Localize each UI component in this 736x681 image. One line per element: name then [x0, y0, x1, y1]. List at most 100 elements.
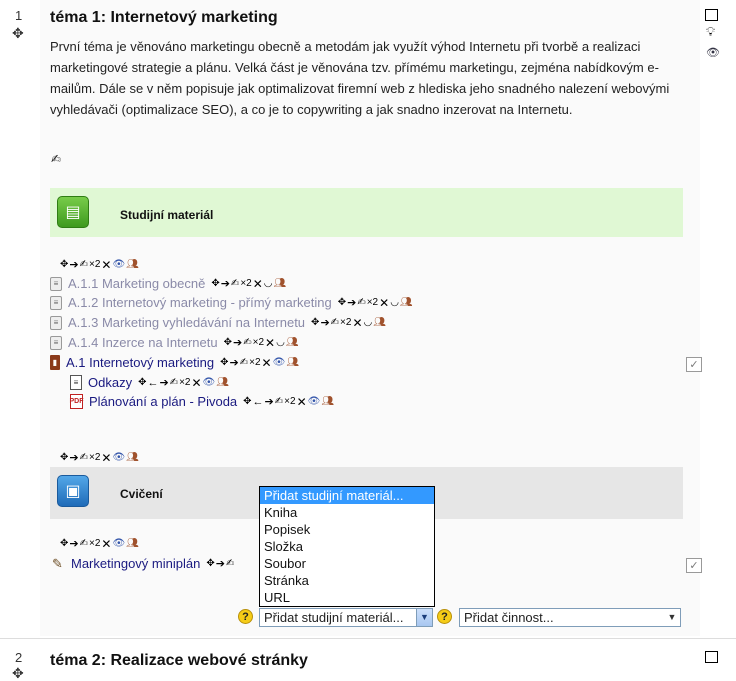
- duplicate-icon[interactable]: ×2: [249, 357, 260, 369]
- activity-link[interactable]: A.1 Internetový marketing: [66, 355, 214, 370]
- indent-icon[interactable]: ➔: [265, 396, 274, 408]
- delete-icon[interactable]: ✕: [101, 538, 111, 550]
- move-icon[interactable]: ✥: [338, 297, 346, 309]
- edit-icon[interactable]: ✍: [240, 357, 248, 369]
- groups-icon[interactable]: 👥︎: [286, 357, 299, 369]
- activity-link[interactable]: Marketingový miniplán: [71, 556, 200, 571]
- chevron-down-icon[interactable]: ▼: [416, 609, 432, 626]
- add-resource-dropdown[interactable]: Přidat studijní materiál... Kniha Popise…: [259, 486, 435, 607]
- dropdown-option[interactable]: Stránka: [260, 572, 434, 589]
- highlight-section-icon[interactable]: [705, 9, 718, 21]
- eye-icon[interactable]: 👁︎: [203, 377, 216, 389]
- help-icon[interactable]: ?: [238, 609, 253, 624]
- activity-link[interactable]: Odkazy: [88, 375, 132, 390]
- groups-icon[interactable]: 👥︎: [216, 377, 229, 389]
- duplicate-icon[interactable]: ×2: [284, 396, 295, 408]
- activity-link[interactable]: A.1.1 Marketing obecně: [68, 276, 205, 291]
- delete-icon[interactable]: ✕: [262, 357, 272, 369]
- activity-edit-icons[interactable]: ✥ ➔ ✍ ×2 ✕ ◡ 👥︎: [338, 297, 413, 309]
- groups-icon[interactable]: 👥︎: [126, 538, 139, 550]
- activity-edit-icons[interactable]: ✥ ← ➔ ✍ ×2 ✕ 👁︎ 👥︎: [138, 377, 229, 389]
- edit-summary-icon[interactable]: ✍: [51, 152, 61, 166]
- delete-icon[interactable]: ✕: [101, 259, 111, 271]
- chevron-down-icon[interactable]: ▼: [664, 609, 680, 626]
- dropdown-option[interactable]: Soubor: [260, 555, 434, 572]
- delete-icon[interactable]: ✕: [101, 452, 111, 464]
- move-icon[interactable]: ✥: [311, 317, 319, 329]
- duplicate-icon[interactable]: ×2: [253, 337, 264, 349]
- move-icon[interactable]: ✥: [60, 538, 68, 550]
- indent-icon[interactable]: ➔: [320, 317, 329, 329]
- activity-link[interactable]: A.1.2 Internetový marketing - přímý mark…: [68, 295, 332, 310]
- hidden-eye-icon[interactable]: ◡: [364, 317, 373, 329]
- eye-icon[interactable]: 👁︎: [308, 396, 321, 408]
- add-resource-select[interactable]: Přidat studijní materiál... ▼: [259, 608, 433, 627]
- move-icon[interactable]: ✥: [211, 278, 219, 290]
- edit-icon[interactable]: ✍: [226, 558, 234, 570]
- activity-edit-icons[interactable]: ✥ ← ➔ ✍ ×2 ✕ 👁︎ 👥︎: [243, 396, 334, 408]
- activity-link[interactable]: Plánování a plán - Pivoda: [89, 394, 237, 409]
- outdent-icon[interactable]: ←: [253, 396, 264, 408]
- duplicate-icon[interactable]: ×2: [89, 452, 100, 464]
- label-edit-icons[interactable]: ✥ ➔ ✍ ×2 ✕ 👁︎ 👥︎: [60, 538, 139, 550]
- activity-edit-icons[interactable]: ✥ ➔ ✍ ×2 ✕ 👁︎ 👥︎: [220, 357, 299, 369]
- indent-icon[interactable]: ➔: [69, 259, 78, 271]
- hidden-eye-icon[interactable]: ◡: [390, 297, 399, 309]
- duplicate-icon[interactable]: ×2: [89, 538, 100, 550]
- move-icon[interactable]: ✥: [206, 558, 214, 570]
- edit-icon[interactable]: ✍: [331, 317, 339, 329]
- delete-icon[interactable]: ✕: [191, 377, 201, 389]
- duplicate-icon[interactable]: ×2: [179, 377, 190, 389]
- add-activity-select[interactable]: Přidat činnost... ▼: [459, 608, 681, 627]
- move-section-icon[interactable]: ✥: [12, 666, 24, 680]
- move-icon[interactable]: ✥: [224, 337, 232, 349]
- eye-icon[interactable]: 👁︎: [112, 452, 125, 464]
- label-edit-icons[interactable]: ✥ ➔ ✍ ×2 ✕ 👁︎ 👥︎: [60, 259, 139, 271]
- delete-icon[interactable]: ✕: [253, 278, 263, 290]
- dropdown-option[interactable]: Kniha: [260, 504, 434, 521]
- edit-icon[interactable]: ✍: [231, 278, 239, 290]
- indent-icon[interactable]: ➔: [221, 278, 230, 290]
- indent-icon[interactable]: ➔: [159, 377, 168, 389]
- activity-link[interactable]: A.1.4 Inzerce na Internetu: [68, 335, 218, 350]
- indent-icon[interactable]: ➔: [216, 558, 225, 570]
- dropdown-option[interactable]: Přidat studijní materiál...: [260, 487, 434, 504]
- dropdown-option[interactable]: URL: [260, 589, 434, 606]
- dropdown-option[interactable]: Popisek: [260, 521, 434, 538]
- groups-icon[interactable]: 👥︎: [286, 337, 299, 349]
- move-section-icon[interactable]: ✥: [12, 26, 24, 40]
- outdent-icon[interactable]: ←: [147, 377, 158, 389]
- hidden-eye-icon[interactable]: ◡: [276, 337, 285, 349]
- groups-icon[interactable]: 👥︎: [373, 317, 386, 329]
- completion-checkbox[interactable]: ✓: [686, 558, 702, 573]
- eye-icon[interactable]: 👁︎: [706, 46, 720, 59]
- move-icon[interactable]: ✥: [60, 259, 68, 271]
- indent-icon[interactable]: ➔: [233, 337, 242, 349]
- label-edit-icons[interactable]: ✥ ➔ ✍ ×2 ✕ 👁︎ 👥︎: [60, 452, 139, 464]
- move-icon[interactable]: ✥: [220, 357, 228, 369]
- eye-icon[interactable]: 👁︎: [112, 259, 125, 271]
- delete-icon[interactable]: ✕: [297, 396, 307, 408]
- duplicate-icon[interactable]: ×2: [367, 297, 378, 309]
- hidden-eye-icon[interactable]: ◡: [264, 278, 273, 290]
- dropdown-option[interactable]: Složka: [260, 538, 434, 555]
- activity-edit-icons[interactable]: ✥ ➔ ✍: [206, 558, 234, 570]
- edit-icon[interactable]: ✍: [80, 538, 88, 550]
- groups-icon[interactable]: 👥︎: [126, 452, 139, 464]
- activity-link[interactable]: A.1.3 Marketing vyhledávání na Internetu: [68, 315, 305, 330]
- delete-icon[interactable]: ✕: [379, 297, 389, 309]
- edit-icon[interactable]: ✍: [275, 396, 283, 408]
- highlight-section-icon[interactable]: [705, 651, 718, 663]
- delete-icon[interactable]: ✕: [352, 317, 362, 329]
- duplicate-icon[interactable]: ×2: [240, 278, 251, 290]
- groups-icon[interactable]: 👥︎: [274, 278, 287, 290]
- duplicate-icon[interactable]: ×2: [340, 317, 351, 329]
- move-icon[interactable]: ✥: [138, 377, 146, 389]
- eye-icon[interactable]: 👁︎: [112, 538, 125, 550]
- delete-icon[interactable]: ✕: [265, 337, 275, 349]
- move-icon[interactable]: ✥: [243, 396, 251, 408]
- indent-icon[interactable]: ➔: [69, 452, 78, 464]
- completion-checkbox[interactable]: ✓: [686, 357, 702, 372]
- indent-icon[interactable]: ➔: [230, 357, 239, 369]
- edit-icon[interactable]: ✍: [243, 337, 251, 349]
